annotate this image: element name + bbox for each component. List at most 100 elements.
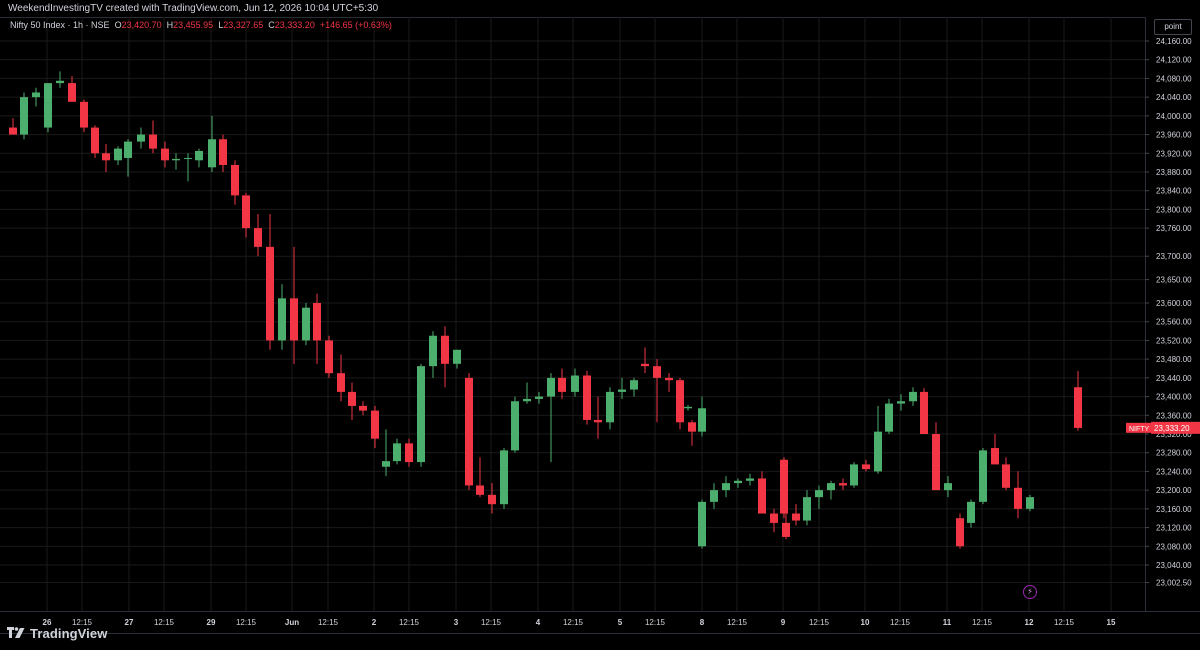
y-tick-label: 23,280.00	[1156, 449, 1192, 458]
candle	[956, 513, 964, 549]
candle	[500, 448, 508, 509]
candle	[606, 387, 614, 430]
x-tick-label: 12:15	[1054, 618, 1075, 627]
symbol-tag-label: NIFTY	[1129, 426, 1150, 433]
candle-body	[897, 401, 905, 404]
candle-body	[254, 228, 262, 247]
x-tick-label: 12	[1025, 618, 1034, 627]
candle	[967, 499, 975, 528]
candle	[803, 490, 811, 526]
y-tick-label: 23,002.50	[1156, 579, 1192, 588]
candle-body	[839, 483, 847, 486]
x-tick-label: 11	[943, 618, 952, 627]
y-tick-label: 24,160.00	[1156, 37, 1192, 46]
legend-o-value: 23,420.70	[121, 20, 162, 30]
candle-body	[56, 80, 64, 84]
candle	[313, 293, 321, 364]
candle	[137, 127, 145, 149]
candle-body	[453, 349, 461, 364]
credit-text: WeekendInvestingTV created with TradingV…	[8, 3, 379, 14]
candle-body	[441, 335, 449, 364]
y-tick-label: 23,960.00	[1156, 131, 1192, 140]
candle-body	[231, 164, 239, 196]
candle	[371, 405, 379, 449]
candle	[676, 377, 684, 430]
candle	[1026, 494, 1034, 512]
candle	[641, 347, 649, 374]
candle-body	[979, 450, 987, 502]
candle-body	[967, 501, 975, 523]
candle	[325, 335, 333, 378]
candle-body	[571, 375, 579, 392]
candle-body	[698, 408, 706, 432]
candle-body	[266, 246, 274, 341]
candle	[920, 388, 928, 434]
candle	[839, 478, 847, 491]
candle	[874, 405, 882, 474]
scale-point-button[interactable]: point	[1154, 19, 1192, 35]
candle-body	[558, 377, 566, 392]
candle-body	[523, 398, 531, 402]
price-axis: 24,160.00 24,120.00 24,080.00 24,040.00 24,0…	[1126, 17, 1200, 633]
candles-layer	[9, 71, 1082, 549]
candle-body	[722, 483, 730, 491]
candle-body	[803, 497, 811, 521]
candle-body	[944, 483, 952, 491]
candle	[417, 363, 425, 467]
candle	[734, 478, 742, 488]
y-tick-label: 23,880.00	[1156, 168, 1192, 177]
candle	[20, 92, 28, 140]
candle	[161, 141, 169, 168]
candle	[758, 471, 766, 514]
candle-body	[1002, 464, 1010, 488]
lightning-icon[interactable]: ⚡	[1023, 585, 1037, 599]
candle-body	[359, 405, 367, 411]
candle	[290, 246, 298, 364]
candle	[979, 448, 987, 505]
candle	[266, 214, 274, 350]
candle-body	[758, 478, 766, 514]
candle-body	[874, 431, 882, 472]
ohlc-legend: Nifty 50 Index · 1h · NSE O23,420.70 H23…	[10, 20, 392, 30]
candle	[1002, 457, 1010, 491]
candle-body	[68, 83, 76, 102]
candlestick-chart[interactable]: 24,160.00 24,120.00 24,080.00 24,040.00 24,0…	[0, 17, 1200, 633]
x-tick-label: 3	[454, 618, 459, 627]
candle-body	[429, 335, 437, 367]
candle-body	[688, 422, 696, 432]
y-tick-label: 23,360.00	[1156, 411, 1192, 420]
candle-body	[208, 139, 216, 168]
candle	[991, 434, 999, 465]
candle-body	[337, 373, 345, 392]
candle	[618, 377, 626, 399]
chart-frame[interactable]: 24,160.00 24,120.00 24,080.00 24,040.00 24,0…	[0, 17, 1200, 634]
candle	[535, 391, 543, 404]
candle	[68, 76, 76, 102]
candle	[172, 153, 180, 170]
y-tick-label: 23,040.00	[1156, 561, 1192, 570]
candle	[219, 134, 227, 172]
candle-body	[476, 485, 484, 495]
y-tick-label: 23,160.00	[1156, 505, 1192, 514]
candle	[278, 284, 286, 350]
candle-body	[547, 377, 555, 397]
tradingview-logo[interactable]: TradingView	[7, 624, 107, 642]
candle	[359, 401, 367, 416]
candle	[558, 368, 566, 399]
candle-body	[290, 298, 298, 341]
candle-body	[161, 148, 169, 161]
candle	[453, 349, 461, 369]
candle	[571, 368, 579, 397]
candle	[32, 87, 40, 107]
x-tick-label: 12:15	[727, 618, 748, 627]
x-tick-label: 10	[861, 618, 870, 627]
candle	[429, 331, 437, 378]
y-tick-label: 23,120.00	[1156, 524, 1192, 533]
candle-body	[219, 139, 227, 165]
x-tick-label: 5	[618, 618, 623, 627]
candle	[476, 457, 484, 498]
candle-body	[920, 391, 928, 434]
y-tick-label: 23,920.00	[1156, 149, 1192, 158]
candle-body	[184, 157, 192, 159]
candle	[242, 193, 250, 238]
